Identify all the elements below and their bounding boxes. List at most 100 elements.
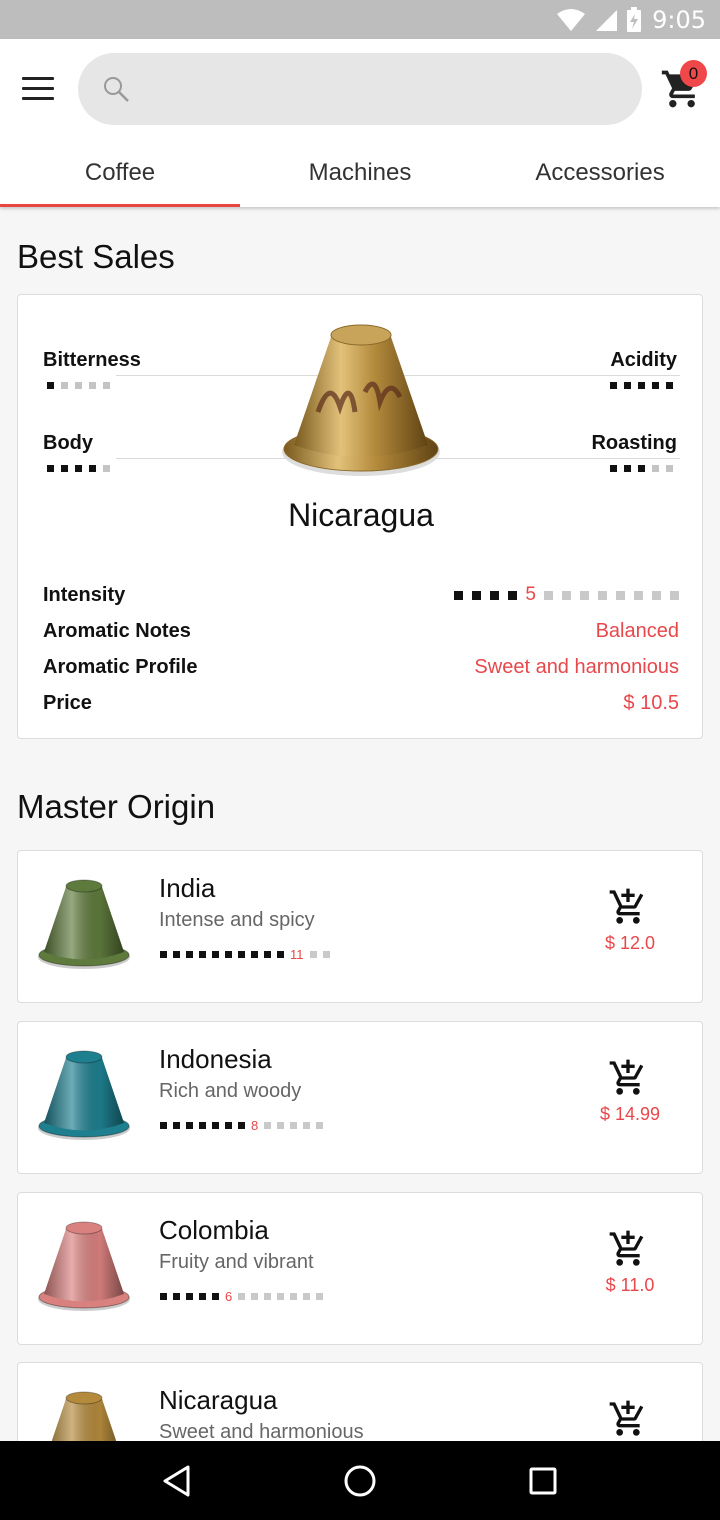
tab-coffee[interactable]: Coffee [0,145,240,207]
origin-item-card[interactable]: Colombia Fruity and vibrant 6 $ 11.0 [17,1192,703,1345]
intensity-square [160,1293,167,1300]
intensity-square [454,590,464,600]
system-nav-bar [0,1441,720,1520]
intensity-square [508,590,518,600]
best-sales-card[interactable]: Bitterness Acidity Body Roasting Nicarag… [17,294,703,739]
intensity-square [160,951,167,958]
add-to-cart-button[interactable] [608,1229,650,1269]
intensity-row: Intensity 5 [43,580,679,610]
acidity-level [610,382,673,389]
bitterness-level [47,382,110,389]
category-tabs: Coffee Machines Accessories [0,145,720,207]
intensity-value: 5 [525,584,536,605]
item-price: $ 11.0 [605,1275,655,1295]
level-dot [652,382,659,389]
intensity-square [251,1293,259,1300]
app-screen: 9:05 0 Coffee Machines Accessories Best … [0,0,720,1520]
back-button[interactable] [147,1451,207,1511]
origin-item-card[interactable]: India Intense and spicy 11 $ 12.0 [17,850,703,1003]
level-dot [61,382,68,389]
origin-item-card[interactable]: Indonesia Rich and woody 8 $ 14.99 [17,1021,703,1174]
cart-count-badge: 0 [680,60,707,87]
intensity-square [186,951,193,958]
add-to-cart-button[interactable] [608,1399,650,1439]
price-label: Price [43,691,92,714]
acidity-label: Acidity [610,349,677,371]
intensity-square [186,1293,193,1300]
level-dot [75,465,82,472]
search-bar[interactable] [78,53,642,125]
aromatic-profile-value: Sweet and harmonious [474,655,679,678]
intensity-square [225,951,232,958]
intensity-square [309,951,317,958]
price-row: Price $ 10.5 [43,688,679,718]
intensity-square [290,1293,298,1300]
intensity-square [562,590,571,600]
status-bar: 9:05 [0,0,720,39]
intensity-square [225,1122,232,1129]
search-icon [104,77,129,102]
home-icon [344,1465,376,1496]
item-name: Nicaragua [159,1385,278,1415]
recents-button[interactable] [513,1451,573,1511]
intensity-square [277,1122,285,1129]
menu-button[interactable] [22,77,56,103]
price-value: $ 10.5 [623,691,679,714]
capsule-image [38,879,130,969]
capsule-image [38,1221,130,1311]
aromatic-notes-label: Aromatic Notes [43,619,191,642]
level-dot [610,382,617,389]
level-dot [624,382,631,389]
intensity-square [199,1293,206,1300]
wifi-icon [557,8,586,31]
aromatic-profile-label: Aromatic Profile [43,655,198,678]
add-to-cart-icon [609,1059,644,1095]
product-name: Nicaragua [288,497,434,533]
level-dot [75,382,82,389]
aromatic-notes-row: Aromatic Notes Balanced [43,616,679,646]
cell-signal-icon [596,9,618,31]
intensity-square [186,1122,193,1129]
back-icon [163,1465,190,1496]
item-price: $ 12.0 [604,933,656,953]
level-dot [103,465,110,472]
intensity-value: 8 [251,1118,259,1133]
intensity-square [238,1293,246,1300]
level-dot [61,465,68,472]
intensity-square [634,590,643,600]
level-dot [666,382,673,389]
body-label: Body [43,432,93,454]
intensity-square [212,1293,219,1300]
add-to-cart-icon [609,1230,644,1266]
intensity-value: 6 [225,1289,233,1304]
intensity-square [264,1293,272,1300]
add-to-cart-button[interactable] [608,1058,650,1098]
intensity-square [303,1293,311,1300]
intensity-square [199,1122,206,1129]
item-description: Intense and spicy [159,909,315,931]
item-description: Rich and woody [159,1080,302,1102]
home-button[interactable] [330,1451,390,1511]
intensity-square [160,1122,167,1129]
tab-machines[interactable]: Machines [240,145,480,207]
item-name: Colombia [159,1215,269,1245]
tab-accessories[interactable]: Accessories [480,145,720,207]
intensity-square [472,590,482,600]
intensity-meter: 11 [160,947,330,962]
roasting-label: Roasting [591,432,677,454]
add-to-cart-button[interactable] [608,887,650,927]
intensity-square [316,1293,324,1300]
intensity-value: 11 [290,947,304,962]
intensity-square [173,951,180,958]
add-to-cart-icon [609,888,644,924]
search-input[interactable] [144,76,614,102]
intensity-square [316,1122,324,1129]
intensity-square [277,951,284,958]
master-origin-heading: Master Origin [17,788,216,825]
intensity-square [580,590,589,600]
level-dot [624,465,631,472]
intensity-square [616,590,625,600]
intensity-square [173,1122,180,1129]
intensity-meter: 5 [454,584,679,606]
capsule-image [282,324,440,476]
